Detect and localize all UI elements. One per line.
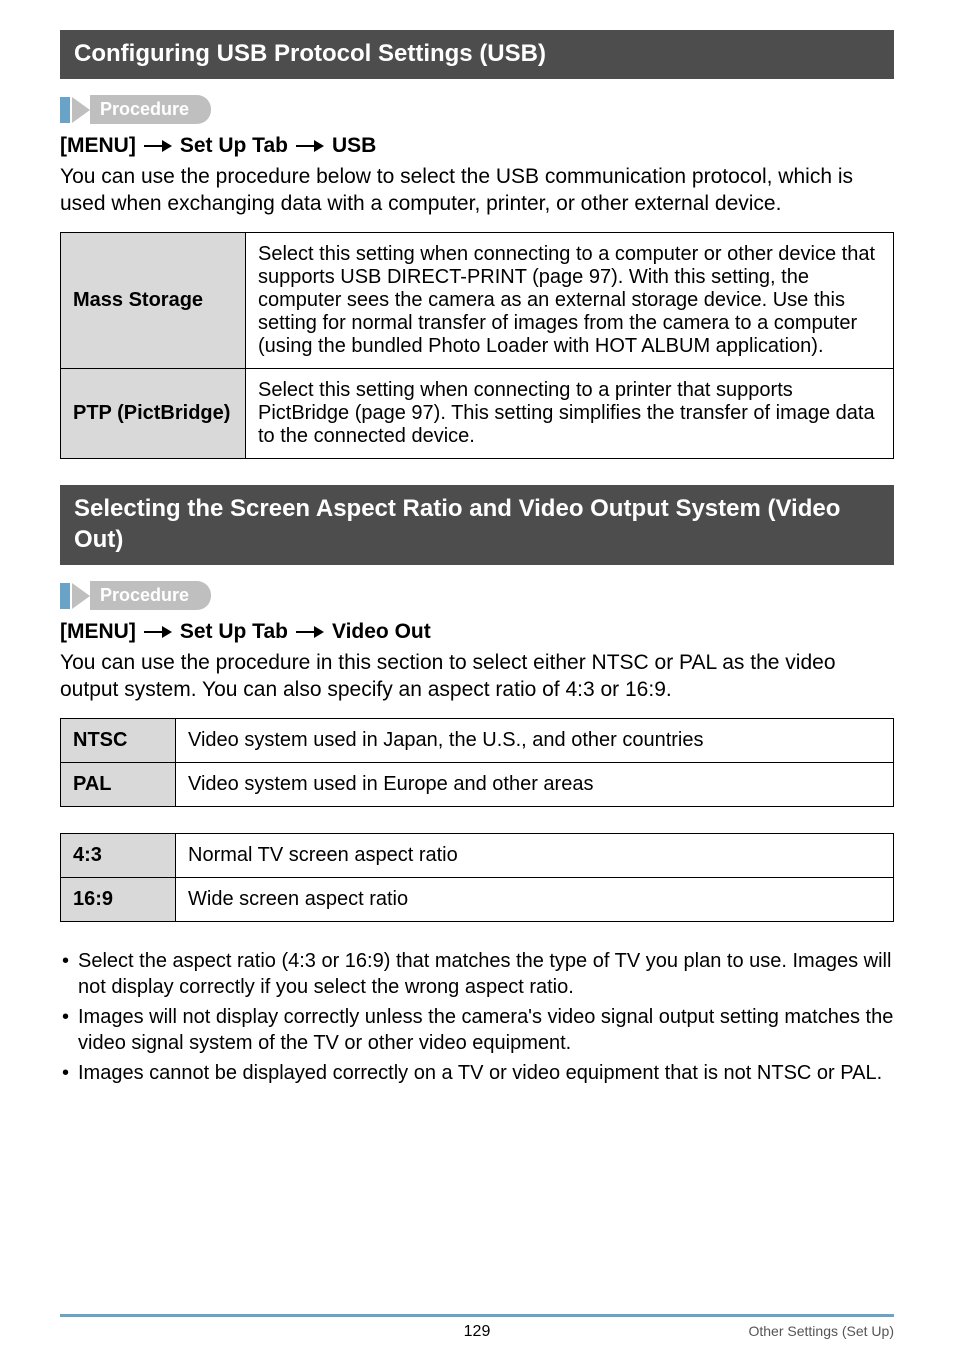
table-row: PTP (PictBridge) Select this setting whe…: [61, 368, 894, 458]
row-text: Wide screen aspect ratio: [176, 878, 894, 922]
arrow-icon: [144, 625, 172, 639]
menu-path-usb: [MENU] Set Up Tab USB: [60, 134, 894, 158]
row-text: Video system used in Europe and other ar…: [176, 763, 894, 807]
row-label: PAL: [61, 763, 176, 807]
procedure-arrow-icon: [72, 97, 90, 123]
procedure-mark-icon: [60, 97, 70, 123]
procedure-heading-1: Procedure: [60, 95, 894, 124]
row-text: Select this setting when connecting to a…: [246, 232, 894, 368]
section-title-video-out: Selecting the Screen Aspect Ratio and Vi…: [60, 485, 894, 565]
menu-part: Set Up Tab: [180, 620, 288, 644]
page-number: 129: [0, 1323, 954, 1341]
procedure-heading-2: Procedure: [60, 581, 894, 610]
section-title-usb: Configuring USB Protocol Settings (USB): [60, 30, 894, 79]
procedure-mark-icon: [60, 583, 70, 609]
aspect-ratio-table: 4:3 Normal TV screen aspect ratio 16:9 W…: [60, 833, 894, 922]
menu-part: Set Up Tab: [180, 134, 288, 158]
section2-intro: You can use the procedure in this sectio…: [60, 650, 894, 704]
table-row: Mass Storage Select this setting when co…: [61, 232, 894, 368]
procedure-arrow-icon: [72, 583, 90, 609]
arrow-icon: [296, 625, 324, 639]
page-footer: 129 Other Settings (Set Up): [0, 1314, 954, 1339]
table-row: PAL Video system used in Europe and othe…: [61, 763, 894, 807]
row-label: PTP (PictBridge): [61, 368, 246, 458]
row-text: Video system used in Japan, the U.S., an…: [176, 719, 894, 763]
row-label: 16:9: [61, 878, 176, 922]
table-row: 16:9 Wide screen aspect ratio: [61, 878, 894, 922]
row-label: NTSC: [61, 719, 176, 763]
notes-list: Select the aspect ratio (4:3 or 16:9) th…: [60, 948, 894, 1086]
footer-divider: [60, 1314, 894, 1317]
arrow-icon: [144, 139, 172, 153]
usb-settings-table: Mass Storage Select this setting when co…: [60, 232, 894, 459]
video-system-table: NTSC Video system used in Japan, the U.S…: [60, 718, 894, 807]
row-label: 4:3: [61, 834, 176, 878]
list-item: Images cannot be displayed correctly on …: [60, 1060, 894, 1086]
procedure-label: Procedure: [90, 95, 211, 124]
menu-part: USB: [332, 134, 376, 158]
table-row: 4:3 Normal TV screen aspect ratio: [61, 834, 894, 878]
arrow-icon: [296, 139, 324, 153]
menu-part: [MENU]: [60, 620, 136, 644]
table-row: NTSC Video system used in Japan, the U.S…: [61, 719, 894, 763]
menu-part: Video Out: [332, 620, 431, 644]
row-text: Normal TV screen aspect ratio: [176, 834, 894, 878]
procedure-label: Procedure: [90, 581, 211, 610]
list-item: Select the aspect ratio (4:3 or 16:9) th…: [60, 948, 894, 1000]
row-text: Select this setting when connecting to a…: [246, 368, 894, 458]
row-label: Mass Storage: [61, 232, 246, 368]
list-item: Images will not display correctly unless…: [60, 1004, 894, 1056]
section1-intro: You can use the procedure below to selec…: [60, 164, 894, 218]
menu-path-video-out: [MENU] Set Up Tab Video Out: [60, 620, 894, 644]
menu-part: [MENU]: [60, 134, 136, 158]
